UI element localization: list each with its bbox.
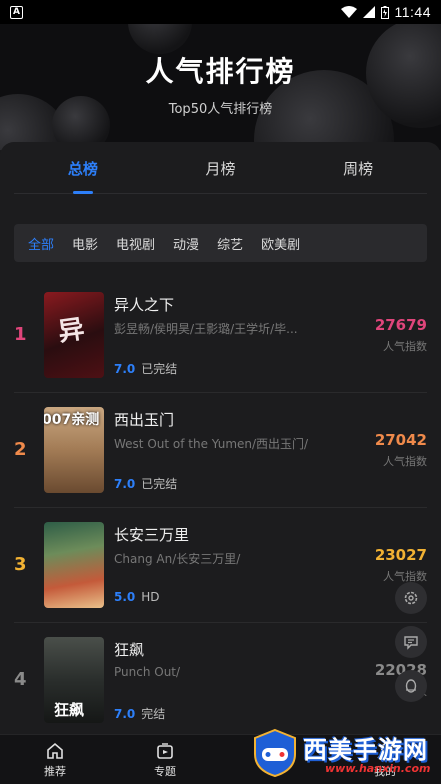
poster-overlay-text: 狂飙 [54, 701, 85, 719]
customer-service-float-button[interactable] [395, 670, 427, 702]
popularity-score: 23027 [374, 546, 427, 564]
rank-number: 4 [14, 669, 27, 690]
popularity-label: 人气指数 [383, 340, 427, 353]
category-filter-bar: 全部 电影 电视剧 动漫 综艺 欧美剧 [14, 224, 427, 262]
gear-icon [404, 591, 418, 605]
topic-icon [157, 743, 173, 759]
page-title: 人气排行榜 [145, 55, 296, 88]
item-rating: 7.0 [114, 477, 136, 491]
item-rating: 7.0 [114, 362, 136, 376]
rank-number: 1 [14, 324, 27, 345]
ranking-item[interactable]: 3 长安三万里 Chang An/长安三万里/ 5.0 HD 23027 人气指数 [14, 508, 427, 623]
item-cast: Punch Out/ [114, 665, 181, 679]
ranking-item[interactable]: 1 异 异人之下 彭昱畅/侯明昊/王影璐/王学圻/毕... 7.0 已完结 276… [14, 278, 427, 393]
rank-number: 2 [14, 439, 27, 460]
poster-image: 狂飙 [44, 637, 104, 723]
poster-image [44, 522, 104, 608]
message-float-button[interactable] [395, 626, 427, 658]
poster-overlay-text: 007亲测 [44, 412, 100, 428]
item-title: 异人之下 [114, 296, 175, 314]
chat-bubble-icon [404, 636, 418, 650]
signal-icon [362, 6, 375, 18]
filter-anime[interactable]: 动漫 [173, 234, 199, 253]
item-cast: 彭昱畅/侯明昊/王影璐/王学圻/毕... [114, 322, 298, 336]
watermark: 西美手游网 www.hanxin.com [247, 726, 437, 782]
status-bar: A 11:44 [0, 0, 441, 24]
item-meta: 7.0 已完结 [114, 360, 177, 377]
tab-overall[interactable]: 总榜 [14, 148, 152, 194]
settings-float-button[interactable] [395, 582, 427, 614]
item-title: 狂飙 [114, 641, 145, 659]
nav-label: 推荐 [44, 765, 66, 778]
watermark-url: www.hanxin.com [325, 762, 431, 775]
filter-all[interactable]: 全部 [28, 234, 54, 253]
ranking-tabs: 总榜 月榜 周榜 [14, 148, 427, 194]
filter-variety[interactable]: 综艺 [217, 234, 243, 253]
penguin-icon [405, 679, 417, 693]
filter-movie[interactable]: 电影 [72, 234, 98, 253]
tab-weekly[interactable]: 周榜 [289, 148, 427, 193]
rank-number: 3 [14, 554, 27, 575]
tab-monthly[interactable]: 月榜 [152, 148, 290, 193]
clock: 11:44 [394, 4, 431, 20]
item-rating: 7.0 [114, 707, 136, 721]
item-cast: Chang An/长安三万里/ [114, 552, 241, 566]
item-title: 长安三万里 [114, 526, 190, 544]
item-meta: 5.0 HD [114, 590, 160, 604]
watermark-text: 西美手游网 [303, 736, 428, 764]
app-notification-icon: A [10, 5, 23, 19]
item-meta: 7.0 完结 [114, 705, 165, 722]
filter-western[interactable]: 欧美剧 [261, 234, 300, 253]
battery-icon [380, 5, 389, 19]
nav-label: 专题 [154, 765, 176, 778]
ranking-list: 1 异 异人之下 彭昱畅/侯明昊/王影璐/王学圻/毕... 7.0 已完结 276… [0, 278, 441, 738]
filter-tv[interactable]: 电视剧 [116, 234, 155, 253]
popularity-label: 人气指数 [383, 455, 427, 468]
home-icon [47, 742, 63, 759]
item-status: 已完结 [141, 362, 178, 376]
nav-topic[interactable]: 专题 [110, 735, 220, 784]
ranking-item[interactable]: 2 007亲测 西出玉门 West Out of the Yumen/西出玉门/… [14, 393, 427, 508]
item-status: HD [141, 590, 160, 604]
popularity-label: 人气指数 [383, 570, 427, 583]
item-status: 已完结 [141, 477, 178, 491]
page-subtitle: Top50人气排行榜 [168, 102, 273, 117]
item-rating: 5.0 [114, 590, 136, 604]
gamepad-shield-logo-icon [254, 728, 296, 778]
item-meta: 7.0 已完结 [114, 475, 177, 492]
wifi-icon [340, 6, 357, 18]
item-cast: West Out of the Yumen/西出玉门/ [114, 437, 309, 451]
header-banner: 人气排行榜 Top50人气排行榜 [0, 24, 441, 150]
poster-image: 异 [44, 292, 104, 378]
popularity-score: 27679 [374, 316, 427, 334]
popularity-score: 27042 [374, 431, 427, 449]
poster-image: 007亲测 [44, 407, 104, 493]
nav-recommend[interactable]: 推荐 [0, 735, 110, 784]
item-title: 西出玉门 [114, 411, 175, 429]
ranking-item[interactable]: 4 狂飙 狂飙 Punch Out/ 7.0完结 22028 人 [14, 623, 427, 738]
item-status: 完结 [141, 707, 166, 721]
